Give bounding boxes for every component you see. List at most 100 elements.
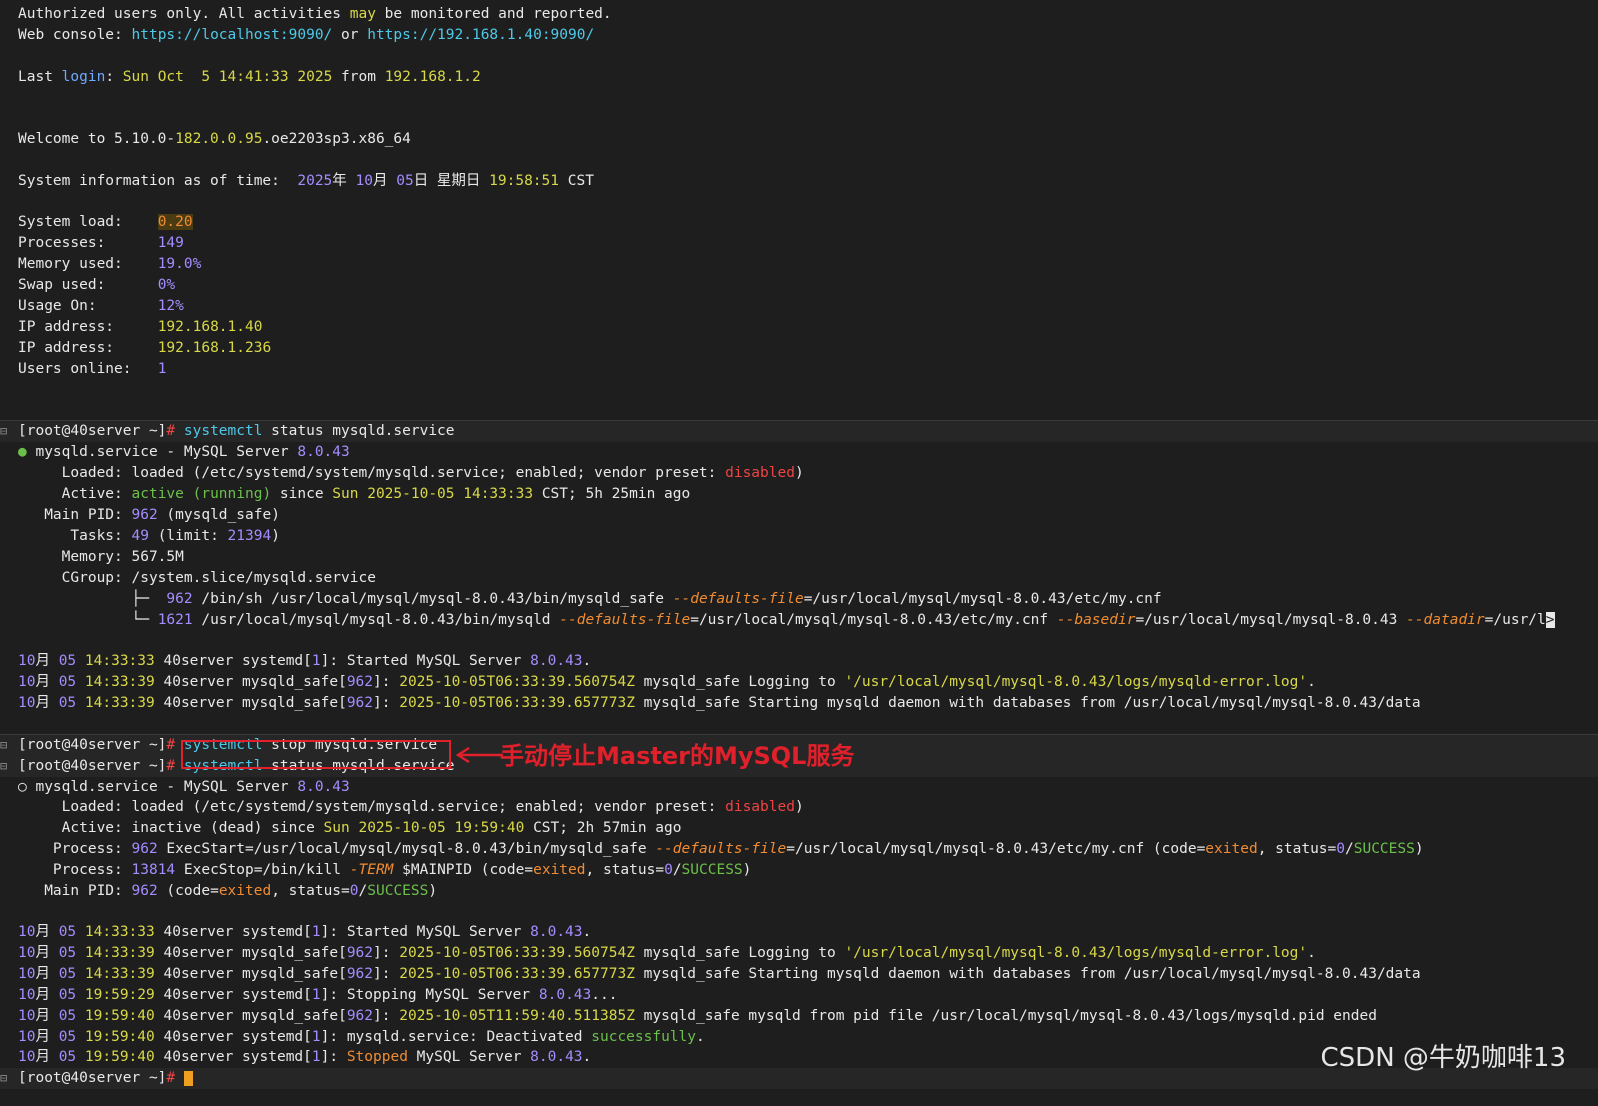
terminal-text-segment: 962 (346, 966, 374, 982)
terminal-text-segment: exited (218, 883, 272, 899)
terminal-text-segment: 19:59:29 (84, 987, 155, 1003)
terminal-output-line: 10月 05 14:33:39 40server mysqld_safe[962… (18, 964, 1578, 985)
terminal-text-segment: mysqld_safe mysqld from pid file /usr/lo… (634, 1008, 1377, 1024)
terminal-text-segment: mysqld_safe Logging to (634, 674, 845, 690)
fold-marker-icon[interactable]: ⊟ (0, 1068, 8, 1089)
terminal-output-line: Loaded: loaded (/etc/systemd/system/mysq… (18, 797, 1578, 818)
terminal-text-segment: 月 (35, 924, 59, 940)
terminal-text-segment: /bin/sh /usr/local/mysql/mysql-8.0.43/bi… (192, 591, 673, 607)
terminal-text-segment: 19:58:51 (489, 173, 559, 189)
terminal-text-segment: Process: (18, 862, 132, 878)
terminal-text-segment: --defaults-file (655, 841, 787, 857)
terminal-text-segment: System information as of time: (18, 173, 298, 189)
terminal-text-segment: 2025-10-05T06:33:39.560754Z (399, 945, 635, 961)
terminal-text-segment: Main PID: (18, 883, 132, 899)
terminal-text-segment: $MAINPID (code= (393, 862, 534, 878)
terminal-text-segment: 月 (35, 1029, 59, 1045)
terminal-text-segment: 21394 (227, 528, 272, 544)
terminal-text-segment: 10 (18, 1008, 36, 1024)
terminal-text-segment: 192.168.1.236 (157, 340, 272, 356)
terminal-text-segment: 年 (332, 173, 356, 189)
terminal-output-line: 10月 05 14:33:33 40server systemd[1]: Sta… (18, 651, 1578, 672)
terminal-text-segment: ExecStart=/usr/local/mysql/mysql-8.0.43/… (157, 841, 656, 857)
terminal-text-segment: '/usr/local/mysql/mysql-8.0.43/logs/mysq… (844, 945, 1308, 961)
terminal-text-segment: disabled (725, 799, 795, 815)
terminal-output-line: Swap used: 0% (18, 275, 1578, 296)
fold-marker-icon[interactable]: ⊟ (0, 735, 8, 756)
terminal-output-line: Usage On: 12% (18, 296, 1578, 317)
terminal-text-segment: CST; 2h 57min ago (524, 820, 682, 836)
terminal-text-segment: 19.0% (157, 256, 202, 272)
terminal-text-segment: . (1307, 945, 1316, 961)
terminal-text-segment: 40server mysqld_safe[ (154, 966, 347, 982)
terminal-text-segment: --defaults-file (559, 612, 691, 628)
terminal-text-segment: 962 (131, 883, 158, 899)
terminal-text-segment: CST; 5h 25min ago (533, 486, 691, 502)
terminal-text-segment: 10 (18, 966, 36, 982)
terminal-text-segment: 2025-10-05T06:33:39.560754Z (399, 674, 635, 690)
terminal-text-segment: mysqld_safe Logging to (634, 945, 845, 961)
terminal-text-segment: ) (271, 528, 280, 544)
terminal-text-segment: 1 (311, 987, 321, 1003)
terminal-output-line: Main PID: 962 (code=exited, status=0/SUC… (18, 881, 1578, 902)
terminal-text-segment: exited (1205, 841, 1258, 857)
terminal-text-segment: 05 (58, 924, 77, 940)
fold-marker-icon[interactable]: ⊟ (0, 756, 8, 777)
terminal-output-line: ○ mysqld.service - MySQL Server 8.0.43 (18, 777, 1578, 798)
terminal-output-line: 10月 05 19:59:29 40server systemd[1]: Sto… (18, 985, 1578, 1006)
terminal-text-segment: Processes: (18, 235, 158, 251)
terminal-text-segment: 0% (157, 277, 176, 293)
terminal-text-segment: 05 (58, 1029, 77, 1045)
terminal-output-line: Active: inactive (dead) since Sun 2025-1… (18, 818, 1578, 839)
terminal-text-segment: [root@40server ~] (18, 737, 167, 753)
terminal-text-segment: https://192.168.1.40:9090/ (367, 27, 595, 43)
terminal-text-segment: 1621 (157, 612, 193, 628)
terminal-output-line: 10月 05 14:33:39 40server mysqld_safe[962… (18, 672, 1578, 693)
terminal-text-segment: 14:33:39 (84, 966, 155, 982)
terminal-text-segment: =/usr/l (1484, 612, 1546, 628)
terminal-text-segment: 10 (18, 695, 36, 711)
terminal-text-segment: ]: Stopping MySQL Server (320, 987, 539, 1003)
terminal-text-segment: 40server mysqld_safe[ (154, 945, 347, 961)
terminal-text-segment: 0 (1336, 841, 1345, 857)
terminal-text-segment: 40server mysqld_safe[ (154, 695, 347, 711)
terminal-text-segment: Loaded: loaded (/etc/systemd/system/mysq… (18, 465, 726, 481)
terminal-text-segment: Web console: (18, 27, 132, 43)
terminal-text-segment: 8.0.43 (530, 653, 583, 669)
terminal-text-segment: 8.0.43 (530, 1049, 583, 1065)
terminal-text-segment: Process: (18, 841, 132, 857)
terminal-window[interactable]: Authorized users only. All activities ma… (0, 0, 1598, 1106)
text-cursor[interactable] (183, 1070, 193, 1086)
terminal-text-segment: . (696, 1029, 705, 1045)
terminal-text-segment: 月 (35, 653, 59, 669)
terminal-text-segment: 05 (58, 966, 77, 982)
terminal-text-segment: 05 (58, 987, 77, 1003)
fold-marker-icon[interactable]: ⊟ (0, 421, 8, 442)
terminal-text-segment: 1 (311, 653, 321, 669)
terminal-text-segment: [root@40server ~] (18, 1070, 167, 1086)
terminal-text-segment: =/usr/local/mysql/mysql-8.0.43/etc/my.cn… (690, 612, 1057, 628)
terminal-output-line: 10月 05 14:33:39 40server mysqld_safe[962… (18, 943, 1578, 964)
terminal-text-segment: 40server systemd[ (154, 1029, 312, 1045)
terminal-text-segment: disabled (725, 465, 795, 481)
terminal-output-line: └─ 1621 /usr/local/mysql/mysql-8.0.43/bi… (18, 610, 1578, 631)
terminal-text-segment: (limit: (148, 528, 228, 544)
terminal-text-segment: ]: (373, 1008, 400, 1024)
terminal-text-segment: └─ (18, 612, 158, 628)
terminal-text-segment: , status= (585, 862, 665, 878)
terminal-text-segment: 962 (166, 591, 193, 607)
terminal-text-segment: SUCCESS (1353, 841, 1415, 857)
terminal-text-segment: https://localhost:9090/ (131, 27, 333, 43)
terminal-text-segment: from (332, 69, 385, 85)
terminal-text-segment: 2025-10-05T06:33:39.657773Z (399, 695, 635, 711)
terminal-text-segment: , status= (1257, 841, 1337, 857)
terminal-text-segment: . (582, 924, 592, 940)
terminal-text-segment: successfully (591, 1029, 697, 1045)
terminal-text-segment: 10 (355, 173, 373, 189)
terminal-text-segment: 40server systemd[ (154, 987, 312, 1003)
